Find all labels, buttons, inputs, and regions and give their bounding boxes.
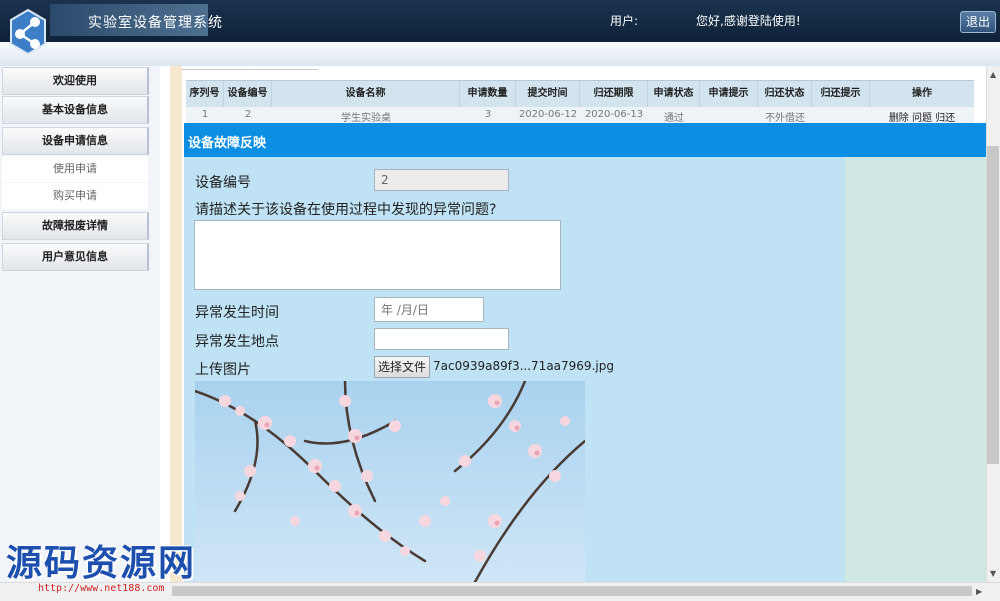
scroll-up-icon[interactable]: ▲ bbox=[990, 70, 996, 79]
watermark-text: 源码资源网 bbox=[6, 543, 197, 584]
table-cell: 2 bbox=[244, 109, 252, 120]
scroll-right-icon[interactable]: ▶ bbox=[976, 587, 982, 596]
fault-location-label: 异常发生地点 bbox=[195, 334, 279, 350]
table-cell: 通过 bbox=[664, 113, 684, 123]
header-under-bar bbox=[0, 42, 1000, 67]
upload-image-label: 上传图片 bbox=[195, 362, 251, 378]
device-no-field[interactable] bbox=[374, 169, 509, 191]
horizontal-scroll-thumb[interactable] bbox=[172, 586, 972, 596]
column-header: 提交时间 bbox=[516, 81, 580, 107]
user-label: 用户: bbox=[610, 14, 639, 28]
sidebar-item-fault-scrap[interactable]: 故障报废详情 bbox=[2, 212, 149, 240]
table-cell: 1 bbox=[201, 109, 209, 120]
table-cell: 3 bbox=[484, 109, 492, 120]
selected-file-name: 7ac0939a89f3...71aa7969.jpg bbox=[433, 359, 614, 373]
device-no-label: 设备编号 bbox=[195, 175, 251, 191]
sidebar-item-user-feedback[interactable]: 用户意见信息 bbox=[2, 243, 149, 271]
fault-location-input[interactable] bbox=[374, 328, 509, 350]
modal-title: 设备故障反映 bbox=[188, 136, 267, 151]
sidebar-edge bbox=[170, 66, 182, 582]
table-header: 序列号 设备编号 设备名称 申请数量 提交时间 归还期限 申请状态 申请提示 归… bbox=[186, 80, 974, 108]
column-header: 申请数量 bbox=[460, 81, 516, 107]
fault-date-input[interactable] bbox=[374, 297, 484, 322]
table-row: 1 2 学生实验桌 3 2020-06-12 2020-06-13 通过 不外借… bbox=[186, 107, 974, 123]
share-network-icon bbox=[10, 8, 46, 56]
sidebar-subitem-use-application[interactable]: 使用申请 bbox=[2, 156, 148, 182]
table-cell: 学生实验桌 bbox=[341, 113, 391, 123]
sidebar-item-equipment-application[interactable]: 设备申请信息 bbox=[2, 127, 149, 155]
table-cell: 2020-06-13 bbox=[584, 109, 644, 120]
column-header: 设备编号 bbox=[224, 81, 272, 107]
column-header: 归还提示 bbox=[812, 81, 870, 107]
app-title: 实验室设备管理系统 bbox=[88, 15, 223, 31]
divider bbox=[182, 69, 318, 70]
scroll-down-icon[interactable]: ▼ bbox=[990, 569, 996, 578]
column-header: 申请提示 bbox=[700, 81, 758, 107]
sidebar-subitem-purchase-application[interactable]: 购买申请 bbox=[2, 183, 148, 209]
sidebar-item-welcome[interactable]: 欢迎使用 bbox=[2, 67, 149, 95]
column-header: 设备名称 bbox=[272, 81, 460, 107]
column-header: 归还期限 bbox=[580, 81, 648, 107]
choose-file-button[interactable]: 选择文件 bbox=[374, 356, 430, 378]
uploaded-image-preview bbox=[195, 381, 585, 582]
modal-header bbox=[184, 123, 986, 157]
problem-question-label: 请描述关于该设备在使用过程中发现的异常问题? bbox=[195, 202, 497, 218]
vertical-scroll-thumb[interactable] bbox=[987, 146, 999, 464]
column-header: 序列号 bbox=[186, 81, 224, 107]
table-cell: 不外借还 bbox=[765, 113, 805, 123]
welcome-message: 您好,感谢登陆使用! bbox=[696, 14, 801, 28]
sidebar-item-basic-equipment[interactable]: 基本设备信息 bbox=[2, 96, 149, 124]
logout-button[interactable]: 退出 bbox=[960, 11, 996, 33]
fault-time-label: 异常发生时间 bbox=[195, 305, 279, 321]
column-header: 操作 bbox=[912, 88, 932, 99]
column-header: 申请状态 bbox=[648, 81, 700, 107]
row-actions[interactable]: 删除 问题 归还 bbox=[870, 109, 974, 123]
table-cell: 2020-06-12 bbox=[518, 109, 578, 120]
problem-description-textarea[interactable] bbox=[194, 220, 561, 290]
column-header: 归还状态 bbox=[758, 81, 812, 107]
sidebar: 欢迎使用 基本设备信息 设备申请信息 使用申请 购买申请 故障报废详情 用户意见… bbox=[0, 66, 160, 582]
watermark-url: http://www.net188.com bbox=[38, 583, 165, 594]
modal-side-panel bbox=[845, 157, 986, 582]
